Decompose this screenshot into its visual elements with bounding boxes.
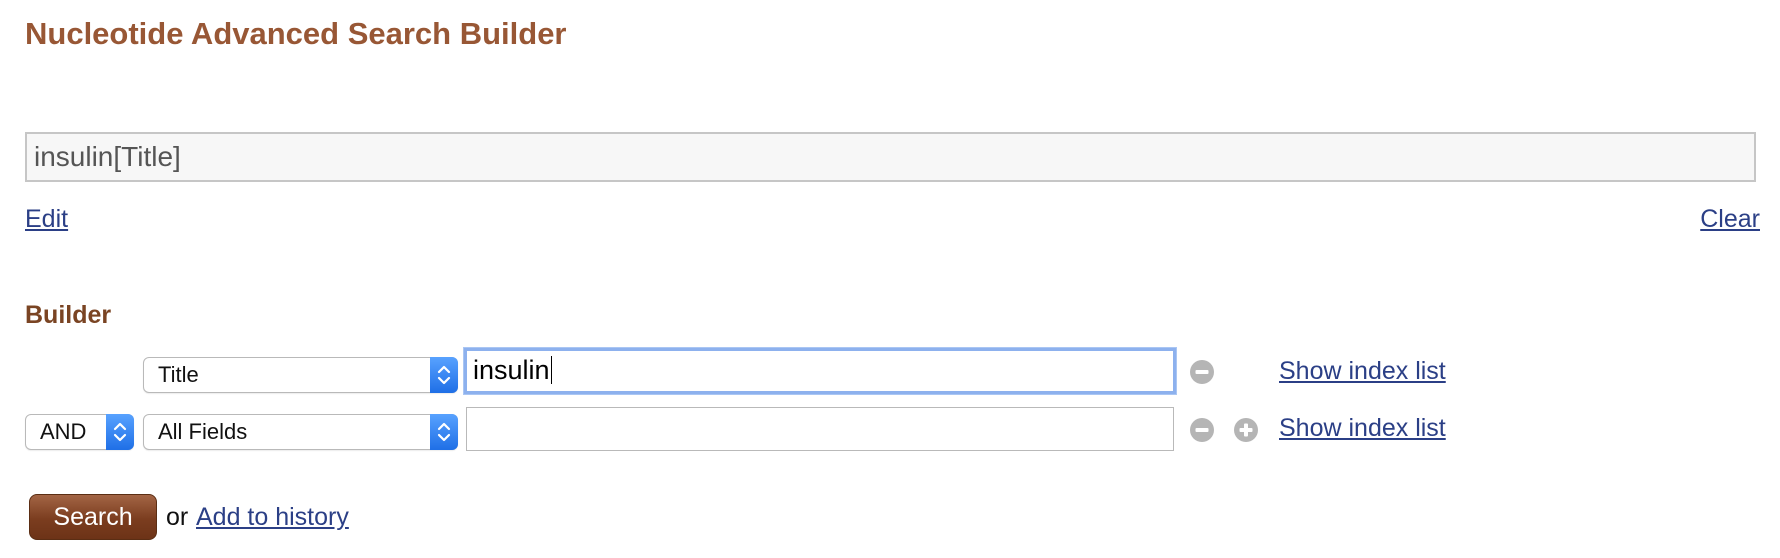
select-stepper-icon — [430, 414, 458, 450]
show-index-list-link-row2[interactable]: Show index list — [1279, 414, 1446, 443]
operator-select[interactable]: AND — [25, 414, 134, 450]
minus-circle-icon[interactable] — [1189, 359, 1215, 385]
search-term-value: insulin — [473, 355, 550, 385]
field-select-value: Title — [158, 362, 199, 387]
search-button[interactable]: Search — [29, 494, 157, 540]
select-stepper-icon — [430, 357, 458, 393]
builder-heading: Builder — [25, 301, 112, 329]
search-query-box[interactable]: insulin[Title] — [25, 132, 1756, 182]
edit-link[interactable]: Edit — [25, 205, 68, 234]
operator-select-value: AND — [40, 419, 87, 444]
clear-link[interactable]: Clear — [1700, 205, 1760, 234]
page-title: Nucleotide Advanced Search Builder — [25, 16, 567, 51]
field-select-row1[interactable]: Title — [143, 357, 458, 393]
show-index-list-link-row1[interactable]: Show index list — [1279, 357, 1446, 386]
field-select-row2[interactable]: All Fields — [143, 414, 458, 450]
or-text: or — [166, 503, 189, 531]
minus-circle-icon[interactable] — [1189, 417, 1215, 443]
add-to-history-link[interactable]: Add to history — [196, 503, 349, 532]
text-caret — [550, 356, 553, 384]
field-select-value: All Fields — [158, 419, 248, 444]
search-term-input-row1[interactable]: insulin — [464, 348, 1176, 394]
search-term-input-row2[interactable] — [466, 407, 1174, 451]
select-stepper-icon — [106, 414, 134, 450]
plus-circle-icon[interactable] — [1233, 417, 1259, 443]
